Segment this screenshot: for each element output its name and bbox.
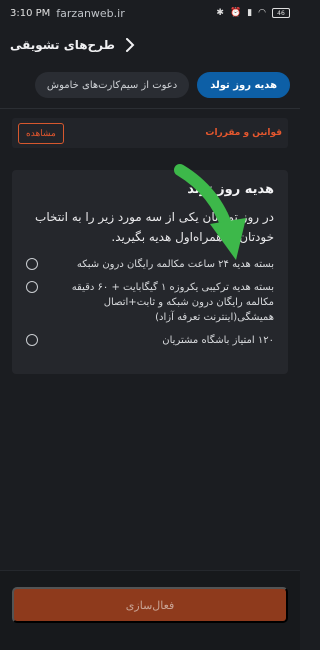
radio-button[interactable] <box>26 334 38 346</box>
clock: 3:10 PM <box>10 7 51 19</box>
bluetooth-icon: ✱ <box>216 8 224 18</box>
view-rules-button[interactable]: مشاهده <box>18 122 64 144</box>
gift-option-label: بسته هدیه ترکیبی یکروزه ۱ گیگابایت + ۶۰ … <box>71 282 274 323</box>
tab-bar: هدیه روز تولد دعوت از سیم‌کارت‌های خاموش <box>0 72 300 100</box>
rules-card: قوانین و مقررات مشاهده <box>12 118 288 148</box>
battery-level: 46 <box>277 9 285 17</box>
radio-button[interactable] <box>26 258 38 270</box>
battery-icon: 46 <box>272 8 290 18</box>
radio-button[interactable] <box>26 281 38 293</box>
tab-birthday-gift[interactable]: هدیه روز تولد <box>197 72 290 98</box>
tab-invite-inactive-sims[interactable]: دعوت از سیم‌کارت‌های خاموش <box>34 72 190 98</box>
back-button[interactable] <box>121 36 139 54</box>
gift-option[interactable]: ۱۲۰ امتیاز باشگاه مشتریان <box>26 333 274 348</box>
rules-label: قوانین و مقررات <box>205 128 282 138</box>
wifi-icon: ◠ <box>258 8 266 18</box>
footer: فعال‌سازی <box>0 570 300 650</box>
status-bar: 3:10 PM farzanweb.ir ✱ ⏰ ▮ ◠ 46 <box>0 0 300 26</box>
status-right: ✱ ⏰ ▮ ◠ 46 <box>216 8 290 18</box>
green-arrow-icon <box>174 164 246 260</box>
divider <box>0 108 300 109</box>
app-header: طرح‌های تشویقی <box>0 28 300 62</box>
activate-button[interactable]: فعال‌سازی <box>12 587 288 623</box>
page-title: طرح‌های تشویقی <box>10 38 115 52</box>
gift-option[interactable]: بسته هدیه ترکیبی یکروزه ۱ گیگابایت + ۶۰ … <box>26 280 274 325</box>
alarm-icon: ⏰ <box>229 8 242 18</box>
chevron-right-icon <box>125 38 135 52</box>
status-left: 3:10 PM farzanweb.ir <box>10 7 125 20</box>
gift-option-label: ۱۲۰ امتیاز باشگاه مشتریان <box>162 335 274 346</box>
watermark: farzanweb.ir <box>56 6 125 20</box>
signal-icon: ▮ <box>247 8 253 18</box>
